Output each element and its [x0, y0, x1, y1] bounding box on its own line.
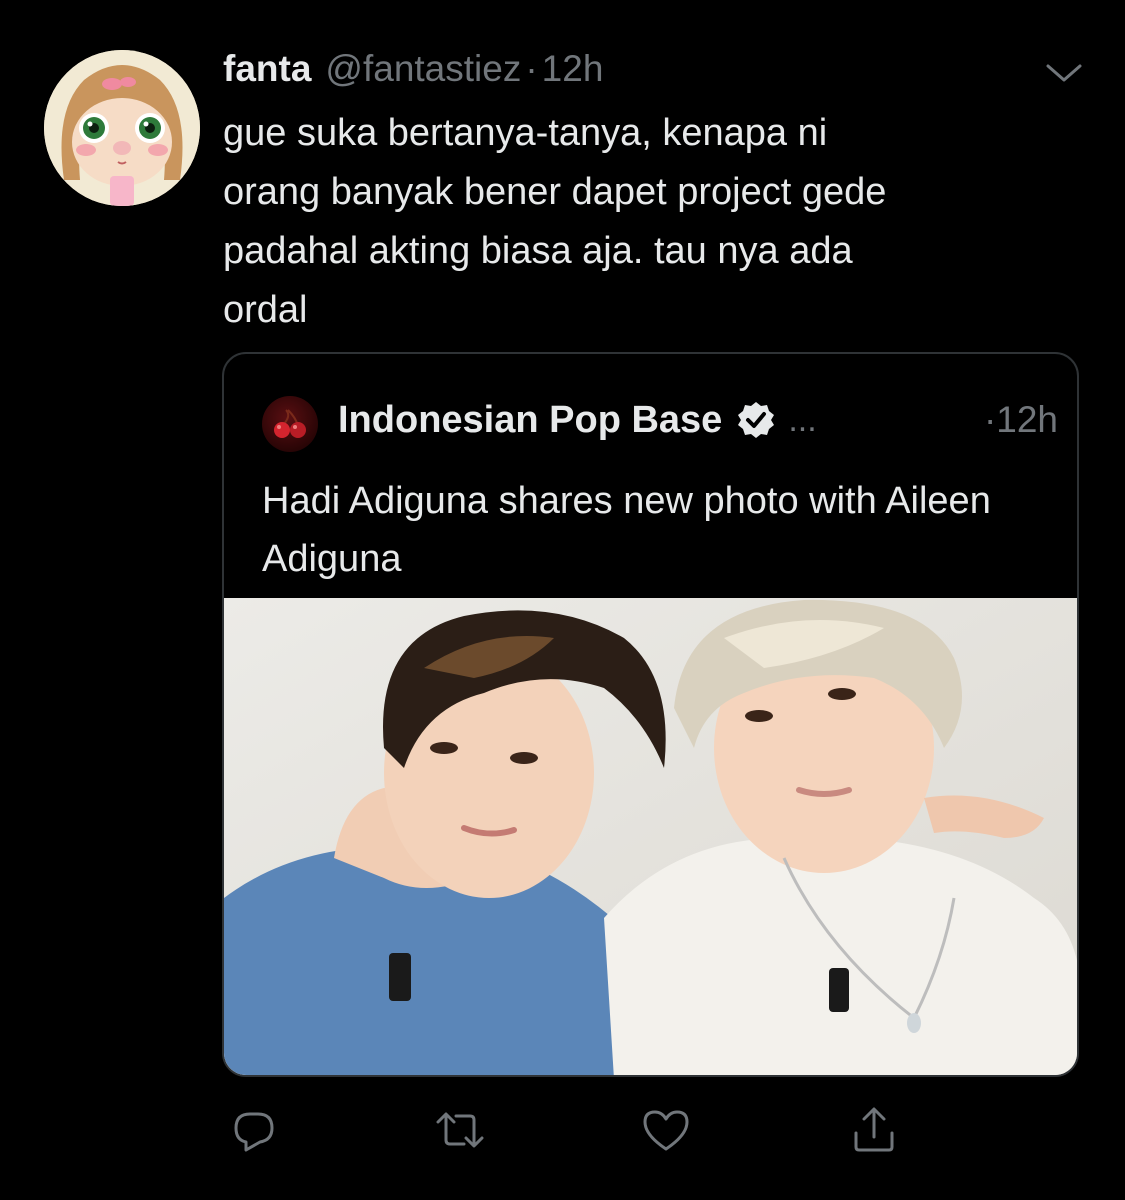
cherries-logo-icon: [274, 409, 306, 438]
two-people-photo-icon: [224, 598, 1077, 1075]
display-name[interactable]: fanta: [223, 48, 311, 90]
retweet-icon: [436, 1112, 484, 1148]
more-options-button[interactable]: [1042, 58, 1086, 88]
share-icon: [854, 1107, 894, 1152]
retweet-button[interactable]: [430, 1100, 490, 1160]
share-button[interactable]: [844, 1100, 904, 1160]
avatar[interactable]: [44, 50, 200, 206]
heart-icon: [643, 1110, 689, 1151]
quoted-photo[interactable]: [224, 598, 1077, 1075]
cartoon-girl-avatar-icon: [44, 50, 200, 206]
separator-dot: ·: [525, 48, 538, 89]
quoted-text: Hadi Adiguna shares new photo with Ailee…: [262, 480, 991, 580]
user-handle[interactable]: @fantastiez: [325, 48, 521, 90]
tweet-text: gue suka bertanya-tanya, kenapa ni orang…: [223, 112, 887, 331]
tweet[interactable]: fanta @fantastiez · 12h gue suka bertany…: [0, 0, 1125, 1200]
like-button[interactable]: [636, 1100, 696, 1160]
quoted-display-name[interactable]: Indonesian Pop Base: [338, 399, 722, 442]
tweet-header: fanta @fantastiez · 12h: [223, 48, 603, 98]
quoted-header: Indonesian Pop Base ... ·12h: [338, 394, 1058, 446]
quoted-timestamp[interactable]: ·12h: [984, 399, 1058, 441]
quoted-tweet[interactable]: Indonesian Pop Base ... ·12h Hadi Adigun…: [222, 352, 1079, 1077]
timestamp[interactable]: 12h: [542, 48, 604, 90]
reply-icon: [234, 1112, 274, 1152]
quoted-avatar[interactable]: [262, 396, 318, 452]
reply-button[interactable]: [224, 1100, 284, 1160]
tweet-actions: [222, 1100, 922, 1160]
quoted-truncation: ...: [788, 400, 817, 439]
chevron-down-icon: [1046, 64, 1082, 82]
verified-badge-icon: [738, 402, 775, 438]
